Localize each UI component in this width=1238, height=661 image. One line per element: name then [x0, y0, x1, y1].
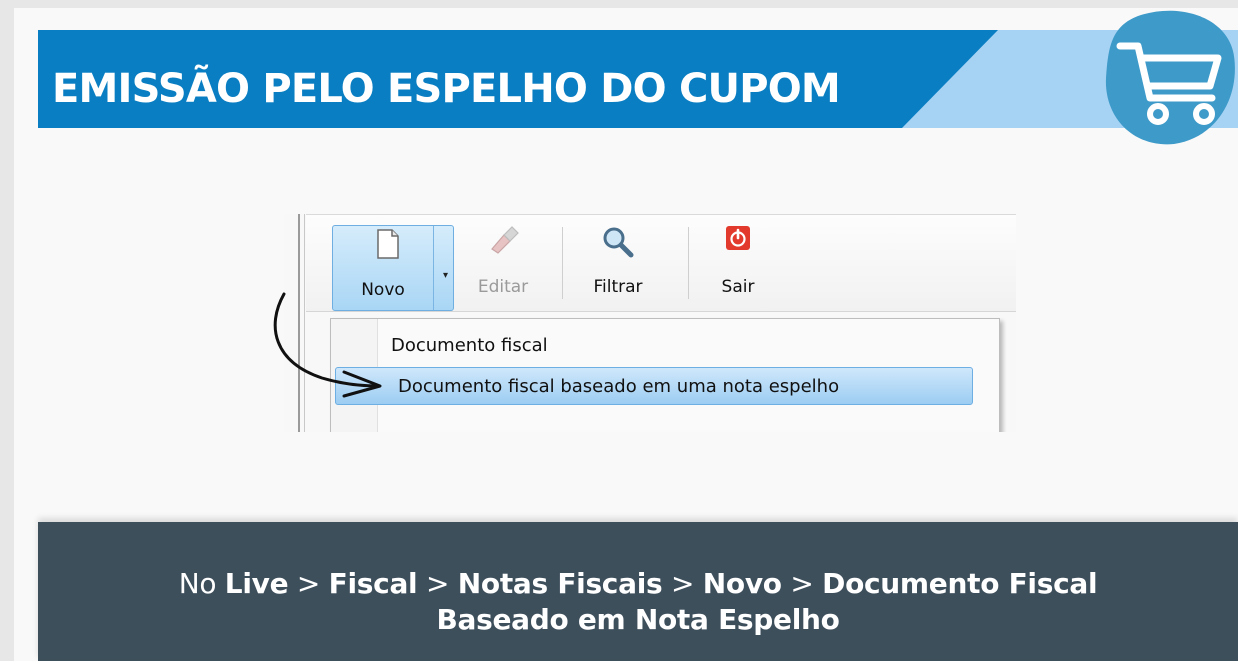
- menu-item-fiscal-document-from-mirror[interactable]: Documento fiscal baseado em uma nota esp…: [335, 367, 973, 405]
- path-separator: >: [670, 567, 695, 600]
- split-divider: [433, 226, 434, 310]
- path-separator: >: [296, 567, 321, 600]
- hand-drawn-arrow: [273, 292, 382, 398]
- dropdown-caret-icon[interactable]: ▾: [443, 270, 448, 281]
- new-dropdown-menu: Documento fiscal Documento fiscal basead…: [330, 318, 1000, 432]
- power-exit-icon: [726, 226, 750, 250]
- instruction-bar: No Live > Fiscal > Notas Fiscais > Novo …: [38, 522, 1238, 661]
- toolbar-separator: [562, 227, 563, 299]
- page-title: EMISSÃO PELO ESPELHO DO CUPOM: [52, 66, 841, 112]
- filter-button-label: Filtrar: [593, 277, 643, 297]
- slide: EMISSÃO PELO ESPELHO DO CUPOM Novo ▾ Edi…: [14, 8, 1238, 661]
- edit-button-label: Editar: [477, 277, 529, 297]
- shopping-cart-icon: [1105, 10, 1235, 145]
- path-separator: >: [790, 567, 814, 600]
- path-step: Documento Fiscal: [822, 567, 1098, 600]
- path-separator: >: [425, 567, 450, 600]
- path-step: Notas Fiscais: [457, 567, 663, 600]
- path-step: Fiscal: [328, 567, 418, 600]
- path-prefix: No: [178, 567, 217, 600]
- exit-button[interactable]: Sair: [698, 223, 778, 307]
- path-step: Baseado em Nota Espelho: [436, 603, 840, 636]
- path-step: Live: [224, 567, 289, 600]
- navigation-path: No Live > Fiscal > Notas Fiscais > Novo …: [38, 566, 1238, 638]
- menu-item-fiscal-document[interactable]: Documento fiscal: [391, 335, 548, 356]
- exit-button-label: Sair: [721, 277, 755, 297]
- toolbar: Novo ▾ Editar Filtrar Sair: [306, 214, 1016, 312]
- magnifier-icon: [603, 227, 634, 258]
- edit-brush-icon: [491, 226, 519, 254]
- new-document-icon: [377, 229, 399, 259]
- toolbar-separator: [688, 227, 689, 299]
- path-step: Novo: [702, 567, 782, 600]
- menu-item-label: Documento fiscal baseado em uma nota esp…: [398, 376, 840, 397]
- filter-button[interactable]: Filtrar: [570, 223, 666, 307]
- edit-button[interactable]: Editar: [458, 223, 548, 307]
